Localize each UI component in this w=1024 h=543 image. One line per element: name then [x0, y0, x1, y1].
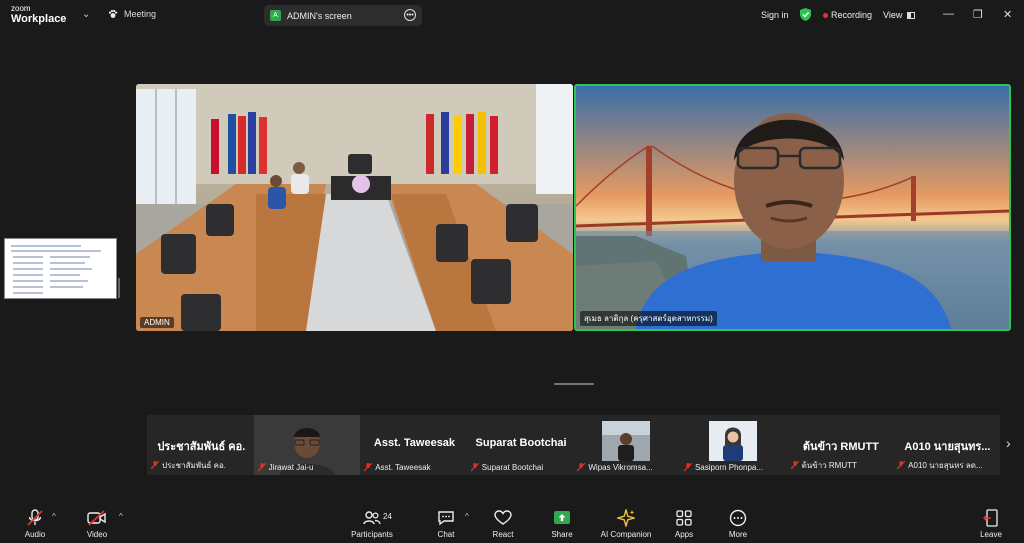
zoom-logo[interactable]: zoom Workplace — [11, 5, 66, 25]
mic-muted-icon — [683, 463, 692, 472]
shield-check-icon[interactable] — [800, 8, 811, 21]
audio-options-caret-icon[interactable]: ^ — [52, 512, 56, 521]
heart-icon — [494, 510, 512, 525]
mic-muted-icon — [577, 463, 586, 472]
participant-label: Suparat Bootchai — [481, 463, 544, 472]
participant-display-name: Asst. Taweesak — [373, 437, 456, 449]
conference-room-video — [136, 84, 573, 331]
share-screen-icon — [554, 511, 570, 524]
participant-label: ประชาสัมพันธ์ คอ. — [162, 461, 226, 470]
participants-icon — [363, 511, 381, 525]
apps-label: Apps — [674, 530, 694, 539]
video-button[interactable]: Video — [67, 508, 127, 539]
more-icon — [729, 509, 747, 527]
top-bar: zoom Workplace ⌄ Meeting A ADMIN's scree… — [0, 0, 1024, 30]
more-button[interactable]: More — [708, 508, 768, 539]
chat-icon — [438, 511, 454, 526]
participant-tile[interactable]: A010 นายสุนทร... A010 นายสุนหร ลด... — [893, 415, 1000, 475]
participant-display-name: Suparat Bootchai — [475, 437, 567, 449]
view-button[interactable]: View — [883, 10, 916, 20]
video-tile-admin[interactable]: ADMIN — [136, 84, 573, 331]
recording-dot-icon — [823, 12, 828, 18]
chevron-right-icon[interactable]: › — [1006, 435, 1011, 451]
mic-muted-icon — [151, 461, 159, 470]
participant-tile[interactable]: Jirawat Jai-u — [253, 415, 361, 475]
participant-tile[interactable]: Asst. Taweesak Asst. Taweesak — [360, 415, 467, 475]
more-label: More — [728, 530, 748, 539]
mic-muted-icon — [257, 463, 266, 472]
react-label: React — [492, 530, 514, 539]
sign-in-link[interactable]: Sign in — [761, 10, 789, 20]
participant-label: A010 นายสุนหร ลด... — [908, 461, 983, 470]
view-label: View — [883, 10, 903, 20]
thumbnail-scrollbar[interactable] — [118, 278, 120, 298]
ai-companion-label: AI Companion — [600, 530, 652, 539]
restore-icon[interactable]: ❐ — [973, 8, 983, 21]
react-button[interactable]: React — [473, 508, 533, 539]
video-off-icon — [87, 510, 106, 526]
participant-tile[interactable]: Suparat Bootchai Suparat Bootchai — [466, 415, 574, 475]
sparkle-icon — [617, 509, 635, 527]
more-dots-icon[interactable]: ••• — [404, 9, 416, 21]
share-button[interactable]: Share — [532, 508, 592, 539]
participant-tile[interactable]: ประชาสัมพันธ์ คอ. ประชาสัมพันธ์ คอ. — [147, 415, 254, 475]
video-options-caret-icon[interactable]: ^ — [119, 512, 123, 521]
leave-button[interactable]: Leave — [961, 508, 1021, 539]
meeting-toolbar: Audio ^ Video ^ Participants 24 Chat ^ R… — [0, 503, 1024, 543]
participants-button[interactable]: Participants — [342, 508, 402, 539]
participant-tile[interactable]: Wipas Vikromsa... — [573, 415, 680, 475]
mic-muted-icon — [790, 461, 799, 470]
audio-button[interactable]: Audio — [5, 508, 65, 539]
leave-door-icon — [983, 509, 998, 527]
participant-label: Asst. Taweesak — [375, 463, 431, 472]
participant-display-name: ต้นข้าว RMUTT — [802, 441, 879, 453]
view-layout-icon — [907, 11, 916, 19]
tile-name-label: สุเมธ ลาติกุล (ครุศาสตร์อุตสาหกรรม) — [580, 311, 717, 326]
participant-label: Jirawat Jai-u — [268, 463, 314, 472]
mic-muted-icon — [27, 509, 43, 526]
participants-count: 24 — [383, 512, 392, 521]
meeting-label: Meeting — [124, 9, 157, 19]
participant-display-name: A010 นายสุนทร... — [904, 441, 991, 453]
gallery-resize-handle[interactable] — [554, 383, 594, 385]
mic-muted-icon — [364, 463, 373, 472]
gallery-strip: ประชาสัมพันธ์ คอ. ประชาสัมพันธ์ คอ. Jira… — [147, 415, 1000, 475]
participants-label: Participants — [351, 530, 393, 539]
tile-name-label: ADMIN — [140, 317, 174, 328]
audio-label: Audio — [24, 530, 46, 539]
logo-zoom-text: zoom — [11, 4, 31, 13]
screen-share-label: ADMIN's screen — [287, 10, 352, 21]
meeting-menu[interactable]: Meeting — [108, 9, 156, 19]
ai-companion-button[interactable]: AI Companion — [596, 508, 656, 539]
speaker-video — [576, 86, 1009, 329]
mic-muted-icon — [470, 463, 479, 472]
apps-button[interactable]: Apps — [654, 508, 714, 539]
participant-tile[interactable]: Sasiporn Phonpa... — [679, 415, 787, 475]
participant-label: ต้นข้าว RMUTT — [801, 461, 857, 470]
leave-label: Leave — [980, 530, 1002, 539]
close-icon[interactable]: ✕ — [1003, 8, 1012, 21]
minimize-icon[interactable]: — — [943, 8, 954, 20]
logo-workplace-text: Workplace — [11, 13, 67, 25]
recording-label: Recording — [831, 10, 873, 20]
apps-grid-icon — [676, 510, 692, 526]
participant-label: Wipas Vikromsa... — [588, 463, 653, 472]
chat-label: Chat — [437, 530, 455, 539]
video-label: Video — [86, 530, 108, 539]
paw-icon — [108, 9, 118, 18]
recording-indicator[interactable]: Recording — [823, 10, 872, 20]
participant-display-name: ประชาสัมพันธ์ คอ. — [157, 441, 246, 453]
screen-share-pill[interactable]: A ADMIN's screen ••• — [264, 5, 422, 26]
chevron-down-icon[interactable]: ⌄ — [82, 9, 90, 20]
chat-options-caret-icon[interactable]: ^ — [465, 512, 469, 521]
share-label: Share — [551, 530, 573, 539]
screen-share-badge-icon: A — [270, 10, 281, 21]
video-tile-active-speaker[interactable]: สุเมธ ลาติกุล (ครุศาสตร์อุตสาหกรรม) — [574, 84, 1011, 331]
mic-muted-icon — [897, 461, 906, 470]
participant-tile[interactable]: ต้นข้าว RMUTT ต้นข้าว RMUTT — [786, 415, 894, 475]
participant-label: Sasiporn Phonpa... — [694, 463, 764, 472]
shared-screen-thumbnail[interactable] — [4, 238, 117, 299]
